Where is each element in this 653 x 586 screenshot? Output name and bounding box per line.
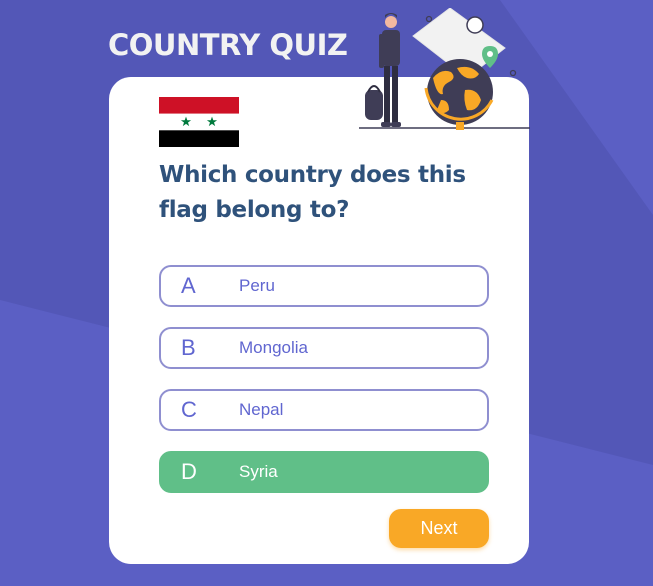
answer-option-c[interactable]: C Nepal — [159, 389, 489, 431]
option-label: Mongolia — [239, 338, 308, 357]
option-letter: A — [181, 273, 196, 298]
option-letter: D — [181, 459, 197, 484]
answer-option-b[interactable]: B Mongolia — [159, 327, 489, 369]
option-label: Syria — [239, 462, 278, 481]
answer-option-a[interactable]: A Peru — [159, 265, 489, 307]
answer-option-d[interactable]: D Syria — [159, 451, 489, 493]
next-button[interactable]: Next — [389, 509, 489, 548]
option-label: Nepal — [239, 400, 284, 419]
option-letter: B — [181, 335, 196, 360]
option-label: Peru — [239, 276, 275, 295]
traveler-globe-icon — [359, 8, 530, 130]
question-text: Which country does this flag belong to? — [159, 162, 466, 223]
option-letter: C — [181, 397, 197, 422]
flag-image — [159, 97, 239, 147]
app-title: COUNTRY QUIZ — [108, 28, 348, 62]
